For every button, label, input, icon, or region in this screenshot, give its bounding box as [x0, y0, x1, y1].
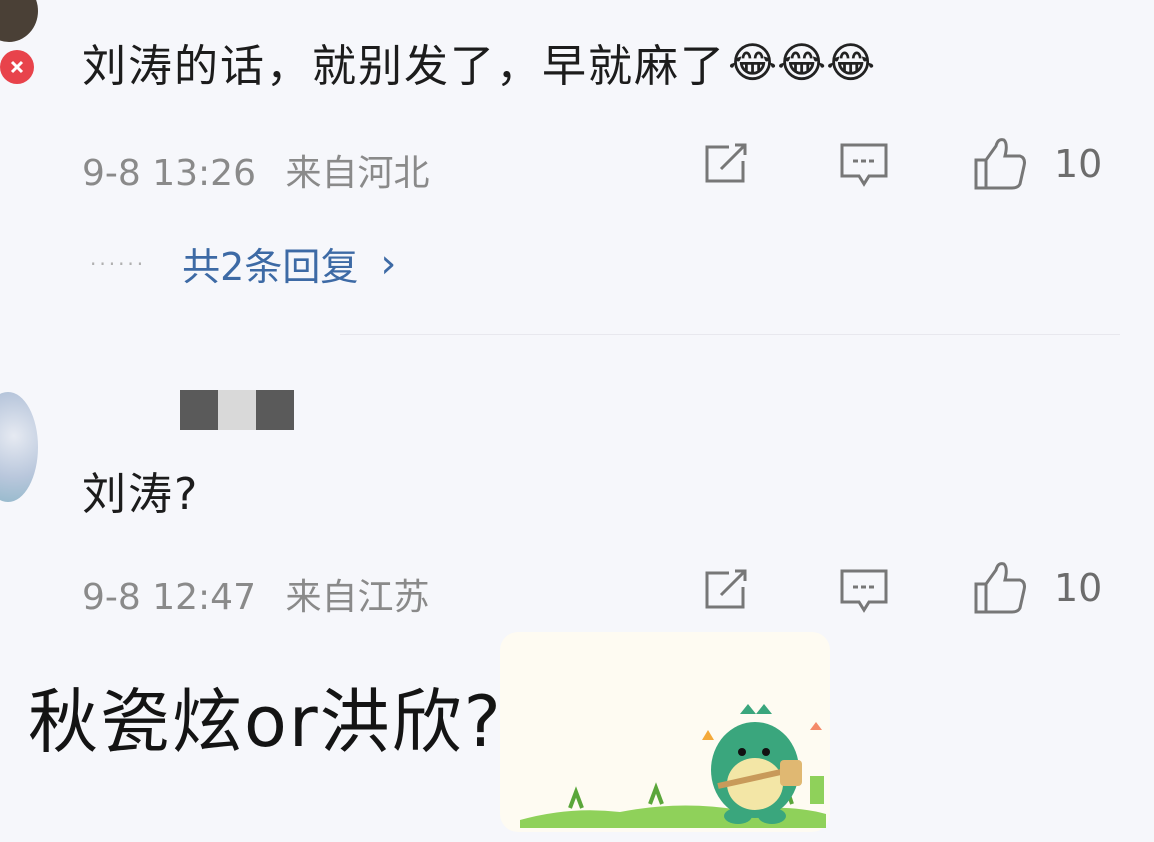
verified-badge-icon [0, 50, 34, 84]
comment-icon [840, 143, 888, 187]
replies-count-label: 共2条回复 [182, 245, 359, 289]
comment-location: 来自河北 [285, 153, 430, 194]
view-replies-link[interactable]: ······ 共2条回复 › [90, 236, 396, 291]
avatar[interactable] [0, 392, 38, 502]
comment-text: 刘涛的话，就别发了，早就麻了 [82, 41, 726, 92]
overlay-caption: 秋瓷炫or洪欣? [28, 681, 503, 763]
comment-text: 刘涛? [82, 469, 200, 520]
avatar[interactable] [0, 0, 38, 42]
comment-divider [340, 334, 1120, 335]
comment-location: 来自江苏 [285, 577, 430, 618]
reply-thread-dots: ······ [90, 251, 147, 276]
thumbs-up-icon [974, 138, 1026, 190]
thumbs-up-icon [974, 562, 1026, 614]
comment-timestamp: 9-8 13:26 [82, 153, 256, 194]
repost-button[interactable] [700, 140, 752, 188]
repost-icon [705, 143, 747, 183]
repost-icon [705, 569, 747, 609]
laugh-cry-emoji: 😂 [777, 37, 827, 87]
comment-timestamp: 9-8 12:47 [82, 577, 256, 618]
comment-icon [840, 569, 888, 613]
like-button[interactable]: 10 [972, 560, 1102, 616]
chevron-right-icon: › [380, 240, 397, 287]
repost-button[interactable] [700, 566, 752, 614]
like-button[interactable]: 10 [972, 136, 1102, 192]
mascot-dinosaur-sticker [520, 704, 826, 828]
username-censored [180, 390, 294, 430]
like-count: 10 [1054, 566, 1103, 610]
laugh-cry-emoji: 😂 [728, 37, 778, 87]
comment-button[interactable] [836, 140, 892, 192]
laugh-cry-emoji: 😂 [826, 37, 876, 87]
like-count: 10 [1054, 142, 1103, 186]
comment-button[interactable] [836, 566, 892, 618]
